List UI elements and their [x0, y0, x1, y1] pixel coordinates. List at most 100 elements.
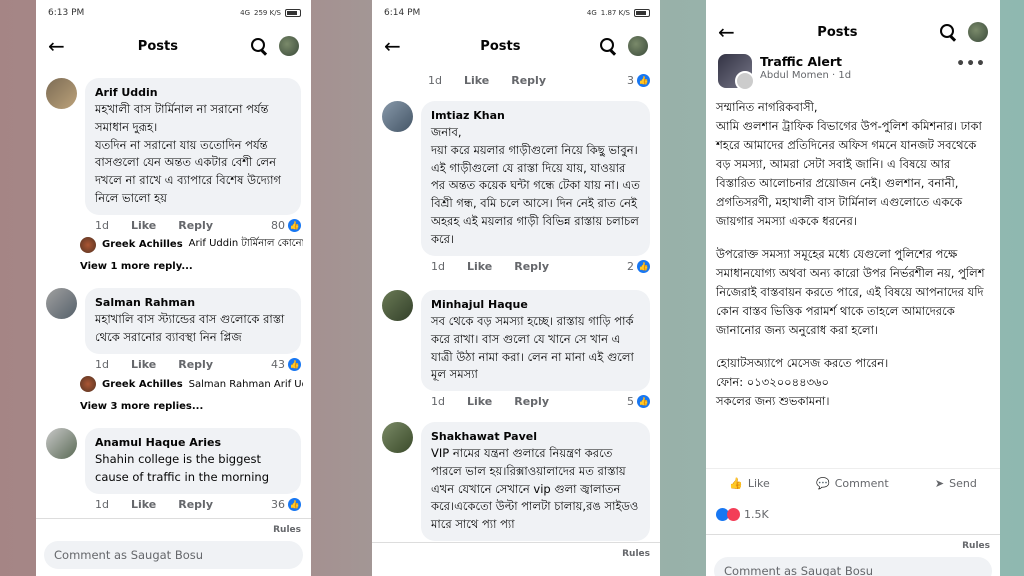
like-count: 5 — [627, 395, 634, 409]
speed-label: 1.87 K/S — [600, 9, 630, 17]
reply-button[interactable]: Reply — [511, 74, 546, 87]
page-name[interactable]: Traffic Alert — [760, 54, 851, 69]
page-title: Posts — [137, 38, 178, 54]
back-arrow-icon[interactable]: ← — [384, 36, 401, 56]
page-title: Posts — [817, 24, 858, 40]
post-paragraph: হোয়াটসঅ্যাপে মেসেজ করতে পারেন। ফোন: ০১৩… — [716, 355, 889, 408]
thumbs-up-icon: 👍 — [288, 357, 301, 371]
comment-time: 1d — [428, 74, 442, 87]
search-icon[interactable] — [599, 38, 616, 54]
reply-button[interactable]: Reply — [178, 219, 213, 232]
reply-snippet: Arif Uddin টার্মিনাল কোনো স... — [188, 238, 303, 249]
reply-button[interactable]: Reply — [178, 498, 213, 511]
post-paragraph: সম্মানিত নাগরিকবাসী, আমি গুলশান ট্রাফিক … — [716, 100, 982, 228]
comment-meta: 1d Like Reply 3 👍 — [418, 74, 650, 87]
like-button[interactable]: Like — [467, 395, 492, 408]
like-count: 43 — [271, 357, 285, 371]
post-body: সম্মানিত নাগরিকবাসী, আমি গুলশান ট্রাফিক … — [706, 98, 1000, 411]
send-icon: ➤ — [934, 477, 945, 490]
search-icon[interactable] — [250, 38, 267, 54]
commenter-name[interactable]: Shakhawat Pavel — [431, 428, 640, 445]
comment-text: মহখালী বাস টার্মিনাল না সরানো পর্যন্ত সম… — [95, 102, 281, 206]
like-button[interactable]: Like — [131, 219, 156, 232]
commenter-avatar[interactable] — [46, 78, 77, 109]
like-button[interactable]: Like — [131, 358, 156, 371]
comment-item: Arif Uddin মহখালী বাস টার্মিনাল না সরানো… — [36, 78, 311, 232]
post-author[interactable]: Abdul Momen — [760, 70, 829, 81]
view-more-replies[interactable]: View 1 more reply... — [80, 261, 193, 272]
comment-footer: Rules Comment as Saugat Bosu — [36, 518, 311, 576]
more-options-icon[interactable]: ••• — [956, 56, 986, 72]
profile-avatar[interactable] — [967, 22, 988, 42]
search-icon[interactable] — [939, 24, 956, 40]
comment-item: Shakhawat Pavel VIP নামের যন্ত্রনা গুলার… — [372, 422, 660, 542]
comment-action[interactable]: 💬 Comment — [816, 477, 889, 490]
comment-label: Comment — [834, 477, 889, 490]
like-action[interactable]: 👍 Like — [729, 477, 770, 490]
rules-link[interactable]: Rules — [36, 519, 311, 535]
page-avatar[interactable] — [718, 54, 755, 91]
love-reaction-icon — [727, 508, 740, 521]
rules-link[interactable]: Rules — [372, 543, 660, 559]
comment-text: মহাখালি বাস স্ট্যান্ডের বাস গুলোকে রাস্ত… — [95, 312, 285, 344]
commenter-avatar[interactable] — [382, 101, 413, 132]
profile-avatar[interactable] — [278, 36, 299, 56]
commenter-avatar[interactable] — [46, 428, 77, 459]
reply-preview[interactable]: Greek Achilles Arif Uddin টার্মিনাল কোনো… — [80, 236, 303, 253]
comment-time: 1d — [95, 218, 109, 232]
view-more-replies[interactable]: View 3 more replies... — [80, 401, 203, 412]
profile-avatar[interactable] — [627, 36, 648, 56]
commenter-name[interactable]: Minhajul Haque — [431, 296, 640, 313]
top-bar: ← Posts — [706, 12, 1000, 52]
back-arrow-icon[interactable]: ← — [718, 22, 735, 42]
status-time: 6:14 PM — [384, 8, 421, 18]
send-label: Send — [949, 477, 977, 490]
reply-author: Greek Achilles — [102, 239, 183, 250]
comment-input[interactable]: Comment as Saugat Bosu — [714, 557, 992, 576]
like-label: Like — [747, 477, 770, 490]
status-time: 6:13 PM — [48, 8, 85, 18]
like-button[interactable]: Like — [467, 260, 492, 273]
comment-bubble: Anamul Haque Aries Shahin college is the… — [85, 428, 301, 494]
reaction-summary[interactable]: 1.5K — [716, 508, 769, 521]
comment-item: Salman Rahman মহাখালি বাস স্ট্যান্ডের বা… — [36, 288, 311, 371]
comment-text: VIP নামের যন্ত্রনা গুলারে নিয়ন্ত্রণ করত… — [431, 446, 639, 532]
reply-avatar — [80, 236, 96, 253]
signal-label: 4G — [586, 9, 597, 17]
comment-item: Imtiaz Khan জনাব, দয়া করে ময়লার গাড়ীগ… — [372, 101, 660, 273]
reply-button[interactable]: Reply — [514, 395, 549, 408]
comment-meta: 1d Like Reply 2 👍 — [421, 259, 650, 273]
like-button[interactable]: Like — [464, 74, 489, 87]
commenter-name[interactable]: Salman Rahman — [95, 294, 291, 311]
reply-avatar — [80, 376, 96, 392]
comment-meta: 1d Like Reply 43 👍 — [85, 357, 301, 371]
commenter-name[interactable]: Imtiaz Khan — [431, 107, 640, 124]
comment-text: সব থেকে বড় সমস্যা হচ্ছে। রাস্তায় গাড়ি… — [431, 314, 634, 382]
back-arrow-icon[interactable]: ← — [48, 36, 65, 56]
comment-input[interactable]: Comment as Saugat Bosu — [44, 541, 303, 569]
send-action[interactable]: ➤ Send — [935, 477, 977, 490]
commenter-name[interactable]: Arif Uddin — [95, 84, 291, 101]
signal-label: 4G — [240, 9, 251, 17]
comment-bubble: Imtiaz Khan জনাব, দয়া করে ময়লার গাড়ীগ… — [421, 101, 650, 256]
comment-meta: 1d Like Reply 36 👍 — [85, 497, 301, 511]
commenter-avatar[interactable] — [382, 422, 413, 453]
reply-button[interactable]: Reply — [514, 260, 549, 273]
like-button[interactable]: Like — [131, 498, 156, 511]
thumbs-up-icon: 👍 — [288, 497, 301, 511]
commenter-name[interactable]: Anamul Haque Aries — [95, 434, 291, 451]
comment-time: 1d — [431, 395, 445, 409]
reply-snippet: Salman Rahman Arif Uddi... — [188, 378, 303, 390]
commenter-avatar[interactable] — [46, 288, 77, 319]
top-bar: ← Posts — [372, 26, 660, 66]
battery-icon — [634, 9, 650, 17]
post-panel: ← Posts Traffic Alert Abdul Momen · 1d •… — [706, 0, 1000, 576]
comment-text: জনাব, দয়া করে ময়লার গাড়ীগুলো নিয়ে কি… — [431, 125, 640, 246]
reply-preview[interactable]: Greek Achilles Salman Rahman Arif Uddi..… — [80, 376, 303, 392]
thumbs-up-icon: 👍 — [637, 74, 650, 87]
commenter-avatar[interactable] — [382, 290, 413, 321]
reply-button[interactable]: Reply — [178, 358, 213, 371]
reaction-count: 1.5K — [744, 508, 769, 521]
rules-link[interactable]: Rules — [706, 535, 1000, 551]
top-bar: ← Posts — [36, 26, 311, 66]
